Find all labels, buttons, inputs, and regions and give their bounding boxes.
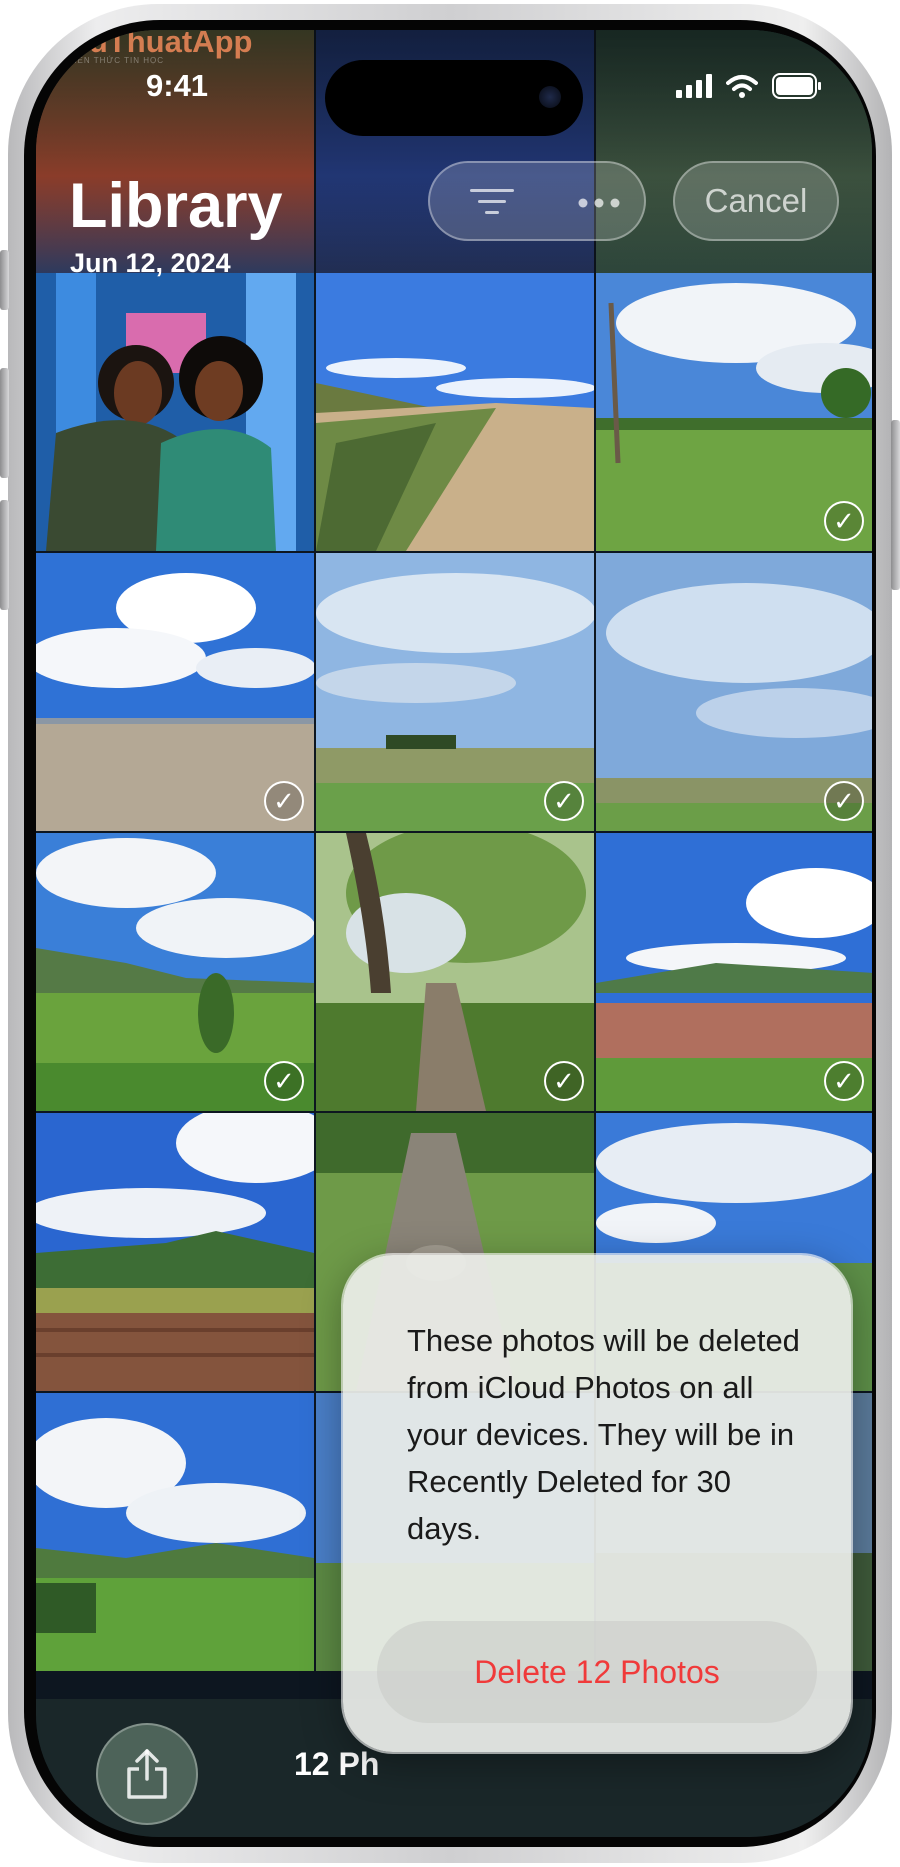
photo-tile-field-sky-2[interactable]: ✓ (596, 553, 872, 831)
photo-tile-beach-sky[interactable]: ✓ (36, 553, 314, 831)
checkmark-icon: ✓ (264, 781, 304, 821)
battery-icon (772, 73, 821, 99)
checkmark-icon: ✓ (544, 1061, 584, 1101)
cellular-signal-icon (676, 74, 712, 98)
delete-confirmation-popover: These photos will be deleted from iCloud… (343, 1255, 851, 1752)
ellipsis-icon[interactable] (577, 197, 621, 209)
photo-tile-green-hills[interactable] (36, 1393, 314, 1671)
side-button (891, 420, 900, 590)
volume-down-button (0, 500, 9, 610)
photo-tile-hills-field[interactable]: ✓ (36, 833, 314, 1111)
volume-up-button (0, 368, 9, 478)
page-title: Library (69, 171, 283, 241)
photo-sandy-path (316, 273, 594, 551)
photo-tile-forest-path[interactable]: ✓ (316, 833, 594, 1111)
photo-tile-hill-farmland[interactable] (36, 1113, 314, 1391)
photo-tile-red-field[interactable]: ✓ (596, 833, 872, 1111)
watermark-tagline: KIẾN THỨC TIN HỌC (68, 56, 164, 65)
photo-tile-field-sky[interactable]: ✓ (316, 553, 594, 831)
selection-count: 12 Ph (294, 1746, 380, 1782)
library-date: Jun 12, 2024 (70, 248, 231, 278)
status-icons (676, 73, 822, 99)
delete-warning-message: These photos will be deleted from iCloud… (407, 1323, 800, 1546)
photo-hill-farmland (36, 1113, 314, 1391)
cancel-button[interactable]: Cancel (673, 161, 839, 241)
filter-lines-icon[interactable] (470, 187, 514, 217)
checkmark-icon: ✓ (544, 781, 584, 821)
checkmark-icon: ✓ (264, 1061, 304, 1101)
share-button[interactable] (96, 1723, 198, 1825)
checkmark-icon: ✓ (824, 501, 864, 541)
photo-tile-meadow-tree[interactable]: ✓ (596, 273, 872, 551)
checkmark-icon: ✓ (824, 781, 864, 821)
photo-selfie (36, 273, 314, 551)
dynamic-island (325, 60, 583, 136)
wifi-icon (726, 75, 758, 98)
phone-screen: ✓ ✓ ✓ ✓ ✓ ✓ ✓ ThuThuatApp KIẾN THỨC TIN … (36, 30, 872, 1837)
action-button (0, 250, 9, 310)
delete-photos-button[interactable]: Delete 12 Photos (377, 1621, 817, 1723)
checkmark-icon: ✓ (824, 1061, 864, 1101)
share-icon (127, 1749, 167, 1799)
photo-tile-sandy-path[interactable] (316, 273, 594, 551)
toolbar-menu-group (428, 161, 646, 241)
status-time: 9:41 (146, 68, 209, 103)
photo-green-hills (36, 1393, 314, 1671)
front-camera (539, 86, 561, 108)
photo-tile-selfie[interactable] (36, 273, 314, 551)
